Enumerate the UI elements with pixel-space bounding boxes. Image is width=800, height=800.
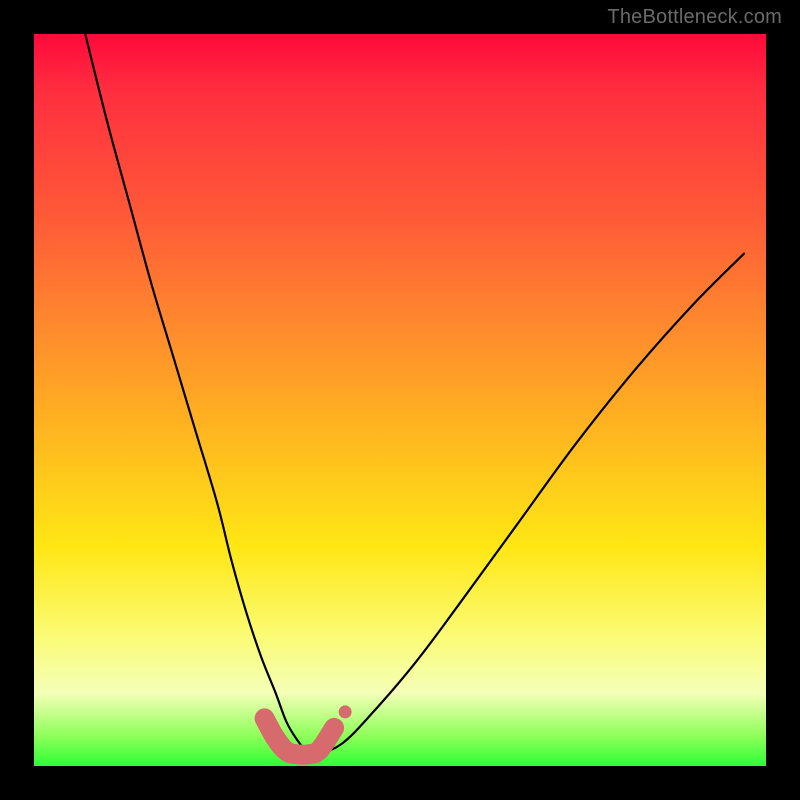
marker-points bbox=[265, 705, 352, 754]
bottleneck-curve bbox=[85, 34, 744, 754]
marker-path bbox=[265, 718, 335, 754]
chart-frame: TheBottleneck.com bbox=[0, 0, 800, 800]
watermark-label: TheBottleneck.com bbox=[607, 6, 782, 29]
marker-dot bbox=[339, 705, 352, 718]
chart-svg bbox=[34, 34, 766, 766]
plot-area bbox=[34, 34, 766, 766]
